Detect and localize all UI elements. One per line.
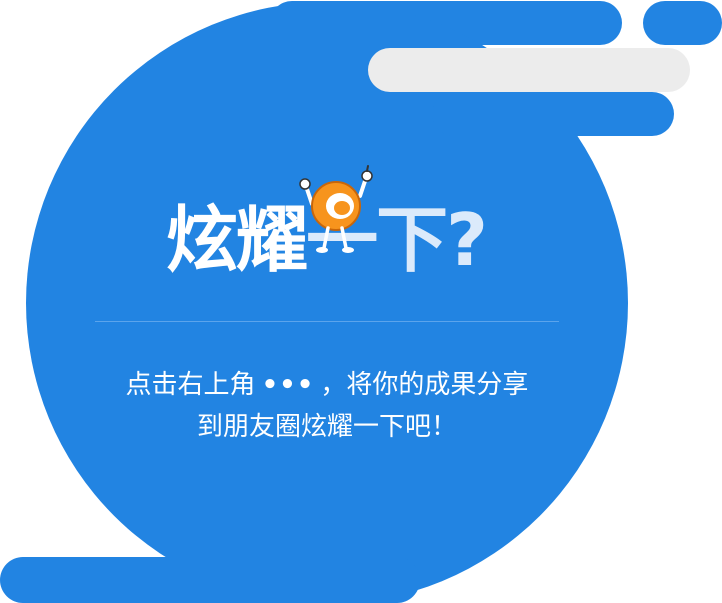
decorative-bar-gray (368, 48, 690, 92)
decorative-bar-top-right (643, 1, 722, 45)
title-part-1: 炫耀 (166, 198, 308, 282)
instruction-line-1: 点击右上角 ••• ，将你的成果分享 (60, 364, 594, 406)
share-prompt-card: 炫耀一下? 点击右上角 ••• ，将你的成果分享 到朋友圈炫耀一下吧！ (0, 0, 722, 603)
decorative-bar-bottom (0, 557, 420, 603)
divider (95, 321, 559, 322)
more-dots-icon: ••• (261, 370, 315, 400)
instruction-line-2: 到朋友圈炫耀一下吧！ (196, 412, 457, 442)
decorative-bar-third (432, 92, 674, 136)
instruction-text: 点击右上角 ••• ，将你的成果分享 到朋友圈炫耀一下吧！ (60, 364, 594, 448)
mascot-icon (299, 165, 373, 253)
instruction-line-1-before: 点击右上角 (125, 370, 256, 400)
instruction-line-1-after: ，将你的成果分享 (320, 370, 529, 400)
